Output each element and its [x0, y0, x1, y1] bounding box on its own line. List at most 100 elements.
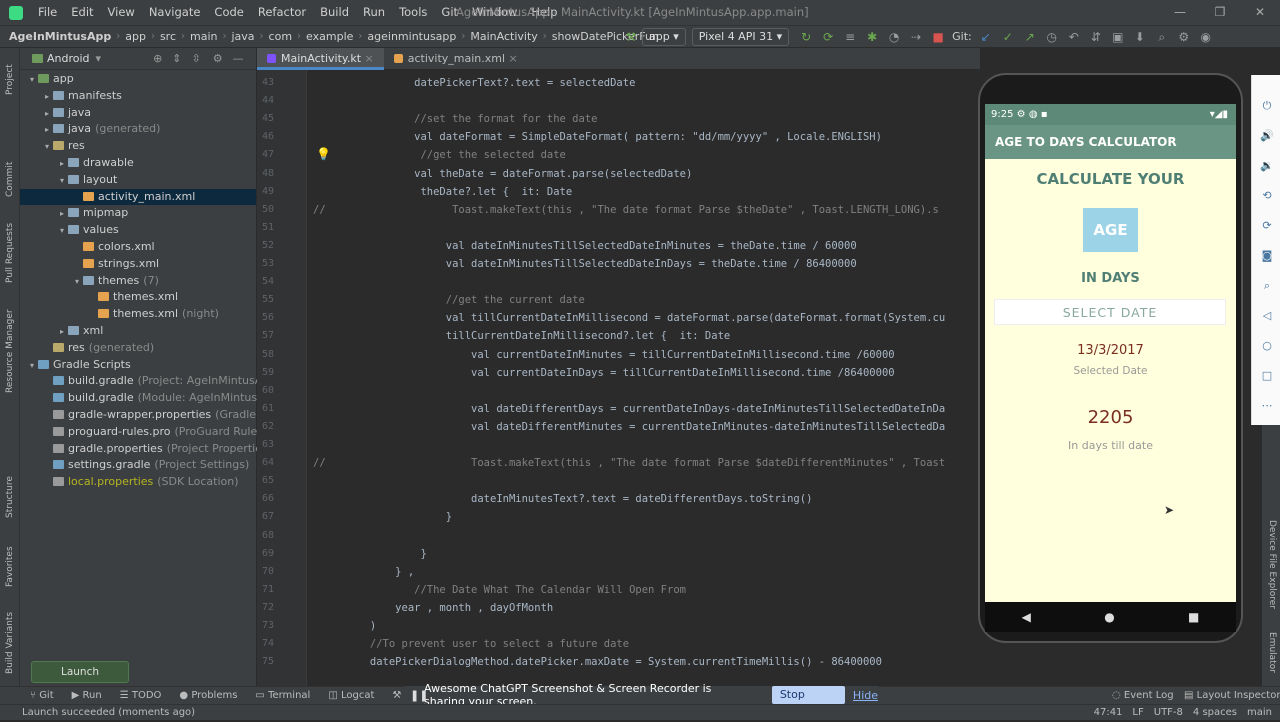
tab-mainactivity-kt[interactable]: MainActivity.kt ×	[257, 48, 384, 70]
chevron-down-icon[interactable]: ▾	[56, 173, 68, 190]
hammer-build-icon[interactable]: ⚒	[624, 30, 638, 44]
stop-icon[interactable]: ■	[931, 30, 945, 44]
menu-run[interactable]: Run	[356, 0, 392, 25]
breadcrumb-item[interactable]: main	[187, 30, 220, 43]
device-select[interactable]: Pixel 4 API 31 ▾	[691, 27, 790, 46]
coverage-icon[interactable]: ≡	[843, 30, 857, 44]
tree-item[interactable]: ▾ values	[20, 222, 256, 239]
chevron-right-icon[interactable]: ▸	[41, 89, 53, 106]
chevron-down-icon[interactable]: ▾	[26, 72, 38, 89]
tree-item[interactable]: ▸ xml	[20, 323, 256, 340]
commit-tool-tab[interactable]: Commit	[1, 154, 19, 204]
status-item[interactable]: 47:41	[1094, 707, 1123, 718]
menu-code[interactable]: Code	[207, 0, 250, 25]
breadcrumb-item[interactable]: java	[228, 30, 257, 43]
menu-view[interactable]: View	[101, 0, 142, 25]
layout-inspector-button[interactable]: ▤ Layout Inspector	[1176, 690, 1280, 701]
device-file-explorer-tab[interactable]: Device File Explorer	[1263, 515, 1280, 615]
select-date-button[interactable]: SELECT DATE	[994, 299, 1226, 325]
overview-icon[interactable]: □	[1260, 369, 1274, 383]
menu-tools[interactable]: Tools	[392, 0, 434, 25]
rotate-left-icon[interactable]: ⟲	[1260, 189, 1274, 203]
breadcrumb-item[interactable]: ageinmintusapp	[364, 30, 459, 43]
back-icon[interactable]: ◀	[1022, 610, 1031, 624]
breadcrumb-item[interactable]: MainActivity	[467, 30, 540, 43]
zoom-icon[interactable]: ⌕	[1260, 279, 1274, 293]
tree-item[interactable]: settings.gradle (Project Settings)	[20, 457, 256, 474]
project-view-select[interactable]: Android	[47, 52, 90, 65]
chevron-down-icon[interactable]: ▾	[71, 274, 83, 291]
status-item[interactable]: 4 spaces	[1193, 707, 1237, 718]
phone-screen[interactable]: 9:25 ⚙ ◍ ▪ ▾◢▮ AGE TO DAYS CALCULATOR CAL…	[985, 104, 1236, 602]
sync-gradle-icon[interactable]: ⇵	[1089, 30, 1103, 44]
minimize-icon[interactable]: —	[1160, 0, 1200, 25]
camera-icon[interactable]: ◙	[1260, 249, 1274, 263]
tree-item[interactable]: ▸ manifests	[20, 88, 256, 105]
chevron-down-icon[interactable]: ▾	[26, 358, 38, 375]
menu-refactor[interactable]: Refactor	[251, 0, 313, 25]
profile-icon[interactable]: ◔	[887, 30, 901, 44]
tool-button-logcat[interactable]: ◫ Logcat	[320, 690, 384, 701]
volume-up-icon[interactable]: 🔊	[1260, 129, 1274, 143]
tree-item[interactable]: proguard-rules.pro (ProGuard Rules for Ag	[20, 424, 300, 441]
tree-item[interactable]: build.gradle (Project: AgeInMintusApp)	[20, 373, 281, 390]
chevron-right-icon[interactable]: ▸	[56, 206, 68, 223]
breadcrumb-item[interactable]: app	[122, 30, 149, 43]
tool-button-git[interactable]: ⑂ Git	[22, 690, 64, 701]
chevron-down-icon[interactable]: ▾	[96, 52, 102, 65]
close-icon[interactable]: ✕	[1240, 0, 1280, 25]
home-icon[interactable]: ●	[1104, 610, 1114, 624]
chevron-right-icon[interactable]: ▸	[56, 324, 68, 341]
close-tab-icon[interactable]: ×	[365, 52, 374, 65]
device-manager-icon[interactable]: ▣	[1111, 30, 1125, 44]
build-variants-tool-tab[interactable]: Build Variants	[1, 608, 19, 678]
chevron-right-icon[interactable]: ▸	[56, 156, 68, 173]
search-icon[interactable]: ⌕	[1155, 30, 1169, 44]
event-log-button[interactable]: ◌ Event Log	[1104, 690, 1184, 701]
tab-activity-main-xml[interactable]: activity_main.xml ×	[384, 48, 528, 70]
apply-changes-icon[interactable]: ⟳	[821, 30, 835, 44]
expand-all-icon[interactable]: ⇕	[172, 52, 181, 65]
git-commit-icon[interactable]: ✓	[1001, 30, 1015, 44]
tree-item[interactable]: colors.xml	[20, 239, 256, 256]
gear-icon[interactable]: ⚙	[1177, 30, 1191, 44]
breadcrumb-item[interactable]: src	[157, 30, 179, 43]
emulator-tab[interactable]: Emulator	[1263, 625, 1280, 680]
hide-panel-icon[interactable]: —	[233, 52, 244, 65]
tree-item[interactable]: gradle.properties (Project Properties)	[20, 441, 272, 458]
status-item[interactable]: LF	[1132, 707, 1143, 718]
assistant-icon[interactable]: ◉	[1199, 30, 1213, 44]
status-item[interactable]: main	[1247, 707, 1272, 718]
tool-button-problems[interactable]: ● Problems	[171, 690, 247, 701]
tree-item[interactable]: ▸ mipmap	[20, 205, 256, 222]
more-icon[interactable]: ⋯	[1260, 399, 1274, 413]
git-update-icon[interactable]: ↙	[979, 30, 993, 44]
tree-item[interactable]: ▸ java	[20, 105, 256, 122]
rerun-icon[interactable]: ↻	[799, 30, 813, 44]
maximize-icon[interactable]: ❐	[1200, 0, 1240, 25]
stop-sharing-button[interactable]: Stop sharing	[771, 686, 845, 719]
collapse-all-icon[interactable]: ⇳	[192, 52, 201, 65]
lightbulb-icon[interactable]: 💡	[316, 147, 331, 161]
tree-item[interactable]: ▸ java (generated)	[20, 121, 256, 138]
run-config-select[interactable]: app ▾	[642, 27, 686, 46]
breadcrumb-item[interactable]: AgeInMintusApp	[6, 30, 114, 43]
chevron-right-icon[interactable]: ▸	[41, 122, 53, 139]
close-tab-icon[interactable]: ×	[509, 52, 518, 65]
tree-item[interactable]: strings.xml	[20, 256, 256, 273]
tool-button-todo[interactable]: ☰ TODO	[112, 690, 172, 701]
attach-debugger-icon[interactable]: ⇢	[909, 30, 923, 44]
locate-icon[interactable]: ⊕	[153, 52, 162, 65]
breadcrumb-item[interactable]: example	[303, 30, 356, 43]
volume-down-icon[interactable]: 🔉	[1260, 159, 1274, 173]
rotate-right-icon[interactable]: ⟳	[1260, 219, 1274, 233]
menu-build[interactable]: Build	[313, 0, 356, 25]
history-icon[interactable]: ◷	[1045, 30, 1059, 44]
tree-item[interactable]: gradle-wrapper.properties(Gradle Version…	[20, 407, 304, 424]
git-push-icon[interactable]: ↗	[1023, 30, 1037, 44]
resource-manager-tool-tab[interactable]: Resource Manager	[1, 306, 19, 396]
structure-tool-tab[interactable]: Structure	[1, 468, 19, 526]
tool-button-terminal[interactable]: ▭ Terminal	[247, 690, 320, 701]
menu-file[interactable]: File	[31, 0, 64, 25]
status-item[interactable]: UTF-8	[1154, 707, 1183, 718]
